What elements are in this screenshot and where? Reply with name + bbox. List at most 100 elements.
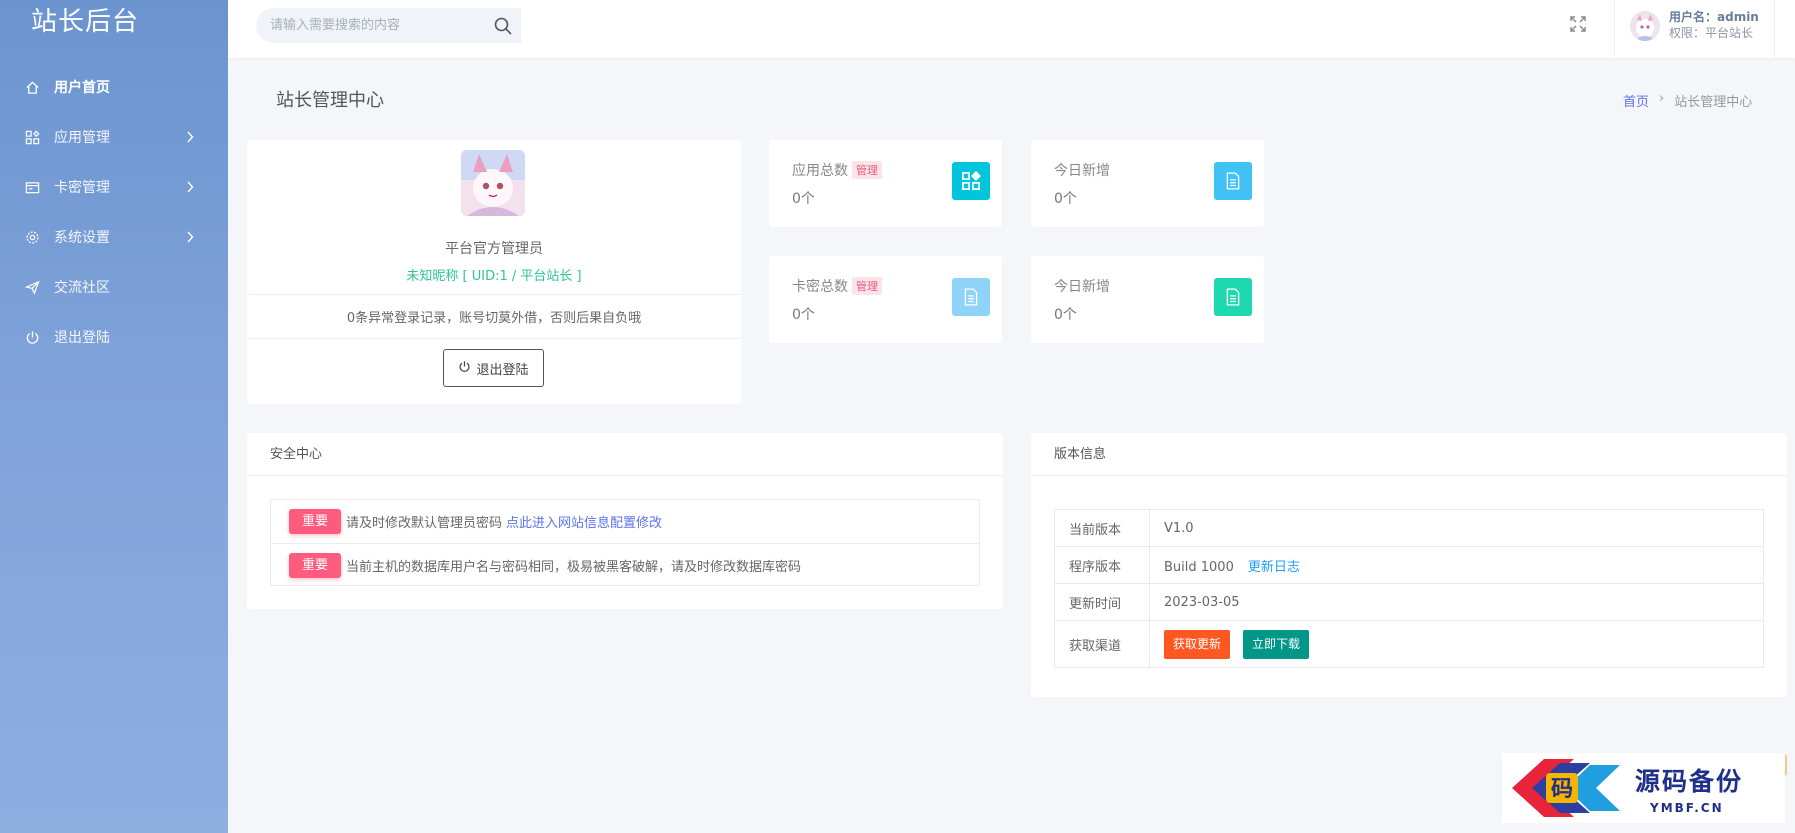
profile-card: 平台官方管理员 未知昵称 [ UID:1 / 平台站长 ] 0条异常登录记录，账… — [247, 140, 741, 404]
sidebar-item-label: 退出登陆 — [54, 330, 110, 346]
gear-icon — [24, 229, 40, 245]
breadcrumb-current: 站长管理中心 — [1674, 95, 1753, 110]
sidebar-item-label: 交流社区 — [54, 280, 110, 296]
apps-icon — [24, 129, 40, 145]
table-cell-value: Build 1000 更新日志 — [1149, 546, 1764, 584]
stat-value: 0个 — [792, 307, 815, 323]
table-cell-key: 程序版本 — [1054, 546, 1150, 584]
logout-button-label: 退出登陆 — [476, 362, 529, 378]
sidebar-item-card-management[interactable]: 卡密管理 — [0, 162, 228, 212]
sidebar-item-label: 用户首页 — [54, 80, 110, 96]
send-icon — [24, 279, 40, 295]
program-version: Build 1000 — [1164, 559, 1234, 575]
stat-label: 今日新增 — [1054, 160, 1110, 180]
panel-title: 安全中心 — [247, 433, 1003, 476]
stat-label-text: 今日新增 — [1054, 163, 1110, 179]
manage-badge[interactable]: 管理 — [852, 277, 882, 295]
sidebar-item-community[interactable]: 交流社区 — [0, 262, 228, 312]
home-icon — [24, 79, 40, 95]
version-info-panel: 版本信息 当前版本 V1.0 程序版本 Build 1000 更新日志 更新时间 … — [1031, 433, 1787, 697]
table-row: 当前版本 V1.0 — [1054, 509, 1764, 547]
stat-label-text: 应用总数 — [792, 163, 848, 179]
profile-subtitle: 未知昵称 [ UID:1 / 平台站长 ] — [406, 269, 582, 284]
document-icon — [1214, 162, 1252, 200]
breadcrumb-separator: › — [1659, 91, 1665, 106]
document-icon — [1214, 278, 1252, 316]
table-cell-value: 2023-03-05 — [1149, 583, 1764, 621]
watermark-text: 源码备份 — [1635, 767, 1744, 796]
sidebar-item-user-home[interactable]: 用户首页 — [0, 62, 228, 112]
search-input[interactable] — [256, 8, 481, 43]
table-cell-key: 获取渠道 — [1054, 620, 1150, 668]
table-row: 更新时间 2023-03-05 — [1054, 583, 1764, 621]
avatar[interactable] — [1630, 11, 1660, 41]
stat-card-app-total: 应用总数 管理 0个 — [769, 140, 1002, 227]
role-label: 权限：平台站长 — [1669, 26, 1754, 40]
chevron-right-icon — [186, 130, 198, 144]
brand-title: 站长后台 — [31, 7, 140, 37]
profile-name: 平台官方管理员 — [445, 241, 543, 257]
table-cell-key: 当前版本 — [1054, 509, 1150, 547]
card-icon — [24, 179, 40, 195]
site-config-link[interactable]: 点此进入网站信息配置修改 — [506, 512, 662, 531]
stat-label: 今日新增 — [1054, 276, 1110, 296]
stat-value: 0个 — [1054, 191, 1077, 207]
power-icon — [24, 329, 40, 345]
sidebar-item-app-management[interactable]: 应用管理 — [0, 112, 228, 162]
power-icon — [458, 360, 471, 377]
profile-avatar — [461, 150, 525, 216]
topbar-divider — [1614, 0, 1615, 58]
list-item: 重要 当前主机的数据库用户名与密码相同，极易被黑客破解，请及时修改数据库密码 — [271, 543, 979, 586]
user-info[interactable]: 用户名：admin 权限：平台站长 — [1669, 9, 1759, 41]
stat-card-card-total: 卡密总数 管理 0个 — [769, 256, 1002, 343]
stat-label-text: 今日新增 — [1054, 279, 1110, 295]
security-notice-list: 重要 请及时修改默认管理员密码 点此进入网站信息配置修改 重要 当前主机的数据库… — [270, 499, 980, 586]
watermark-logo: 码 源码备份 YMBF.CN — [1502, 753, 1785, 823]
sidebar-item-label: 卡密管理 — [54, 180, 110, 196]
chevron-right-icon — [186, 230, 198, 244]
username-label: 用户名：admin — [1669, 10, 1759, 24]
table-cell-value: 获取更新 立即下载 — [1149, 620, 1764, 668]
get-update-button[interactable]: 获取更新 — [1164, 629, 1231, 659]
fullscreen-icon[interactable] — [1568, 14, 1588, 34]
download-button[interactable]: 立即下载 — [1243, 629, 1310, 659]
chevron-right-icon — [186, 180, 198, 194]
login-notice: 0条异常登录记录，账号切莫外借，否则后果自负哦 — [346, 311, 642, 326]
important-tag: 重要 — [289, 552, 341, 578]
watermark-logo-char: 码 — [1551, 776, 1573, 802]
divider — [247, 294, 741, 295]
sidebar-nav: 用户首页 应用管理 卡密管理 系统设置 交流社区 退出登陆 — [0, 62, 228, 362]
panel-title: 版本信息 — [1031, 433, 1787, 476]
security-center-panel: 安全中心 重要 请及时修改默认管理员密码 点此进入网站信息配置修改 重要 当前主… — [247, 433, 1003, 609]
notice-text: 当前主机的数据库用户名与密码相同，极易被黑客破解，请及时修改数据库密码 — [346, 559, 802, 575]
breadcrumb-home-link[interactable]: 首页 — [1623, 91, 1649, 110]
stat-label: 卡密总数 管理 — [792, 276, 882, 296]
breadcrumb: 首页 › 站长管理中心 — [1623, 91, 1752, 110]
watermark-emblem: 码 — [1512, 759, 1620, 817]
topbar: 用户名：admin 权限：平台站长 — [228, 0, 1795, 58]
logout-button[interactable]: 退出登陆 — [443, 349, 544, 387]
manage-badge[interactable]: 管理 — [852, 161, 882, 179]
notice-text: 请及时修改默认管理员密码 — [346, 516, 503, 531]
stat-value: 0个 — [792, 191, 815, 207]
stat-card-card-today: 今日新增 0个 — [1031, 256, 1264, 343]
stat-label-text: 卡密总数 — [792, 279, 848, 295]
table-row: 获取渠道 获取更新 立即下载 — [1054, 620, 1764, 668]
sidebar-item-system-settings[interactable]: 系统设置 — [0, 212, 228, 262]
apps-icon — [952, 162, 990, 200]
search-icon[interactable] — [493, 16, 513, 36]
stat-card-app-today: 今日新增 0个 — [1031, 140, 1264, 227]
divider — [247, 338, 741, 339]
sidebar-item-logout[interactable]: 退出登陆 — [0, 312, 228, 362]
sidebar: 站长后台 用户首页 应用管理 卡密管理 系统设置 交流社区 退出登陆 — [0, 0, 228, 833]
table-row: 程序版本 Build 1000 更新日志 — [1054, 546, 1764, 584]
version-table: 当前版本 V1.0 程序版本 Build 1000 更新日志 更新时间 2023-… — [1054, 509, 1764, 668]
stat-label: 应用总数 管理 — [792, 160, 882, 180]
page-title: 站长管理中心 — [276, 90, 384, 111]
document-icon — [952, 278, 990, 316]
topbar-right-divider — [1774, 0, 1775, 58]
search-box — [256, 8, 521, 43]
changelog-link[interactable]: 更新日志 — [1248, 560, 1300, 575]
stat-value: 0个 — [1054, 307, 1077, 323]
table-cell-value: V1.0 — [1149, 509, 1764, 547]
